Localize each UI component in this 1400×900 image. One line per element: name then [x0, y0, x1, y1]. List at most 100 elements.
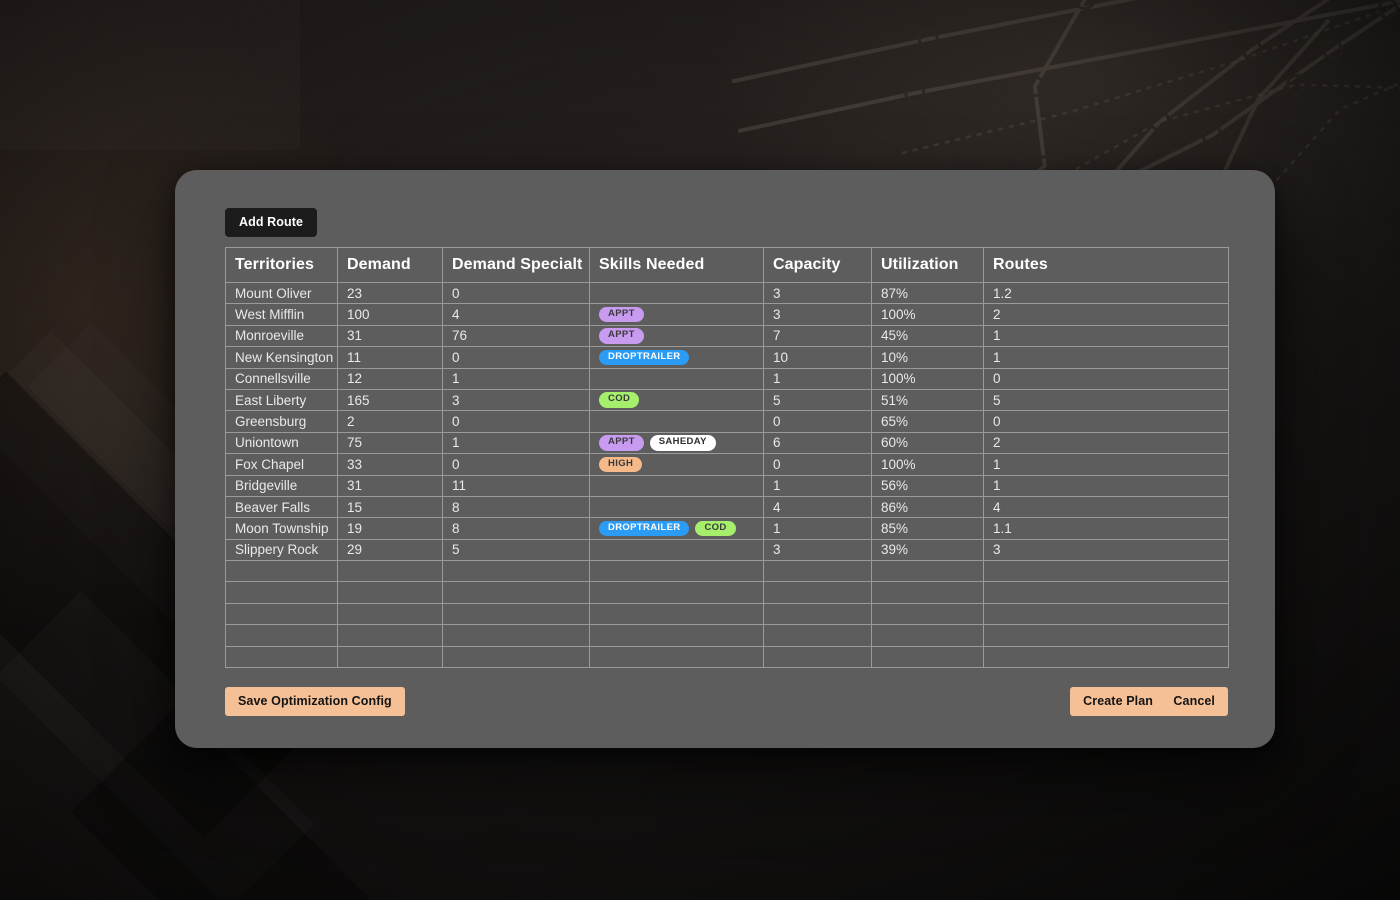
cell-empty[interactable]: [983, 646, 1229, 669]
cell-territories[interactable]: Greensburg: [225, 410, 338, 433]
cell-utilization[interactable]: 65%: [871, 410, 984, 433]
table-row-empty[interactable]: [225, 603, 1229, 626]
cell-demand[interactable]: 15: [337, 496, 443, 519]
cell-utilization[interactable]: 39%: [871, 539, 984, 562]
cell-capacity[interactable]: 1: [763, 368, 872, 390]
table-row[interactable]: East Liberty 165 3 COD 5 51% 5: [225, 389, 1229, 412]
cancel-button[interactable]: Cancel: [1160, 687, 1228, 717]
cell-demand[interactable]: 165: [337, 389, 443, 412]
cell-empty[interactable]: [871, 624, 984, 647]
cell-empty[interactable]: [337, 560, 443, 583]
cell-territories[interactable]: Slippery Rock: [225, 539, 338, 562]
cell-empty[interactable]: [871, 646, 984, 669]
cell-skills-needed[interactable]: [589, 496, 764, 519]
cell-routes[interactable]: 5: [983, 389, 1229, 412]
table-row[interactable]: Bridgeville 31 11 1 56% 1: [225, 475, 1229, 497]
cell-routes[interactable]: 1: [983, 325, 1229, 348]
cell-utilization[interactable]: 100%: [871, 303, 984, 326]
cell-routes[interactable]: 1: [983, 453, 1229, 476]
cell-empty[interactable]: [589, 560, 764, 583]
cell-territories[interactable]: Connellsville: [225, 368, 338, 390]
table-row[interactable]: Beaver Falls 15 8 4 86% 4: [225, 496, 1229, 519]
cell-empty[interactable]: [763, 624, 872, 647]
cell-empty[interactable]: [589, 624, 764, 647]
table-row[interactable]: New Kensington 11 0 DROPTRAILER 10 10% 1: [225, 346, 1229, 369]
cell-demand[interactable]: 11: [337, 346, 443, 369]
cell-demand-specialt[interactable]: 0: [442, 410, 590, 433]
cell-empty[interactable]: [763, 581, 872, 604]
cell-skills-needed[interactable]: DROPTRAILER: [589, 346, 764, 369]
cell-demand[interactable]: 29: [337, 539, 443, 562]
cell-capacity[interactable]: 3: [763, 303, 872, 326]
cell-demand-specialt[interactable]: 5: [442, 539, 590, 562]
cell-empty[interactable]: [225, 646, 338, 669]
cell-empty[interactable]: [225, 603, 338, 626]
cell-demand-specialt[interactable]: 8: [442, 517, 590, 540]
cell-empty[interactable]: [225, 560, 338, 583]
cell-capacity[interactable]: 4: [763, 496, 872, 519]
table-row-empty[interactable]: [225, 646, 1229, 669]
cell-empty[interactable]: [983, 581, 1229, 604]
cell-demand[interactable]: 23: [337, 282, 443, 305]
add-route-button[interactable]: Add Route: [225, 208, 318, 237]
cell-demand[interactable]: 31: [337, 475, 443, 497]
table-row[interactable]: Connellsville 12 1 1 100% 0: [225, 368, 1229, 390]
cell-empty[interactable]: [763, 560, 872, 583]
column-header-demand[interactable]: Demand: [337, 247, 443, 283]
cell-capacity[interactable]: 10: [763, 346, 872, 369]
column-header-capacity[interactable]: Capacity: [763, 247, 872, 283]
table-row[interactable]: Fox Chapel 33 0 HIGH 0 100% 1: [225, 453, 1229, 476]
cell-utilization[interactable]: 100%: [871, 453, 984, 476]
cell-empty[interactable]: [983, 603, 1229, 626]
cell-demand[interactable]: 12: [337, 368, 443, 390]
cell-territories[interactable]: Uniontown: [225, 432, 338, 455]
cell-demand-specialt[interactable]: 3: [442, 389, 590, 412]
cell-skills-needed[interactable]: APPT SAHEDAY: [589, 432, 764, 455]
cell-skills-needed[interactable]: DROPTRAILER COD: [589, 517, 764, 540]
cell-demand[interactable]: 31: [337, 325, 443, 348]
cell-empty[interactable]: [871, 603, 984, 626]
table-row[interactable]: Slippery Rock 29 5 3 39% 3: [225, 539, 1229, 562]
cell-demand-specialt[interactable]: 76: [442, 325, 590, 348]
cell-skills-needed[interactable]: APPT: [589, 325, 764, 348]
column-header-skills-needed[interactable]: Skills Needed: [589, 247, 764, 283]
column-header-utilization[interactable]: Utilization: [871, 247, 984, 283]
cell-routes[interactable]: 4: [983, 496, 1229, 519]
cell-routes[interactable]: 0: [983, 410, 1229, 433]
cell-skills-needed[interactable]: [589, 368, 764, 390]
cell-demand[interactable]: 33: [337, 453, 443, 476]
cell-empty[interactable]: [589, 581, 764, 604]
cell-demand[interactable]: 75: [337, 432, 443, 455]
cell-capacity[interactable]: 5: [763, 389, 872, 412]
cell-empty[interactable]: [442, 624, 590, 647]
cell-capacity[interactable]: 6: [763, 432, 872, 455]
cell-empty[interactable]: [763, 603, 872, 626]
cell-utilization[interactable]: 87%: [871, 282, 984, 305]
column-header-routes[interactable]: Routes: [983, 247, 1229, 283]
cell-skills-needed[interactable]: [589, 410, 764, 433]
cell-territories[interactable]: Bridgeville: [225, 475, 338, 497]
cell-skills-needed[interactable]: HIGH: [589, 453, 764, 476]
cell-routes[interactable]: 1.2: [983, 282, 1229, 305]
cell-routes[interactable]: 1: [983, 346, 1229, 369]
cell-capacity[interactable]: 0: [763, 453, 872, 476]
cell-demand-specialt[interactable]: 8: [442, 496, 590, 519]
cell-utilization[interactable]: 60%: [871, 432, 984, 455]
cell-skills-needed[interactable]: [589, 539, 764, 562]
cell-territories[interactable]: West Mifflin: [225, 303, 338, 326]
cell-territories[interactable]: Fox Chapel: [225, 453, 338, 476]
cell-empty[interactable]: [337, 581, 443, 604]
cell-empty[interactable]: [442, 603, 590, 626]
cell-demand-specialt[interactable]: 0: [442, 282, 590, 305]
table-row[interactable]: Monroeville 31 76 APPT 7 45% 1: [225, 325, 1229, 348]
cell-routes[interactable]: 2: [983, 303, 1229, 326]
cell-skills-needed[interactable]: [589, 282, 764, 305]
cell-skills-needed[interactable]: COD: [589, 389, 764, 412]
cell-demand[interactable]: 2: [337, 410, 443, 433]
cell-empty[interactable]: [337, 646, 443, 669]
table-row-empty[interactable]: [225, 581, 1229, 604]
column-header-territories[interactable]: Territories: [225, 247, 338, 283]
cell-capacity[interactable]: 3: [763, 282, 872, 305]
table-row-empty[interactable]: [225, 624, 1229, 647]
cell-empty[interactable]: [442, 560, 590, 583]
